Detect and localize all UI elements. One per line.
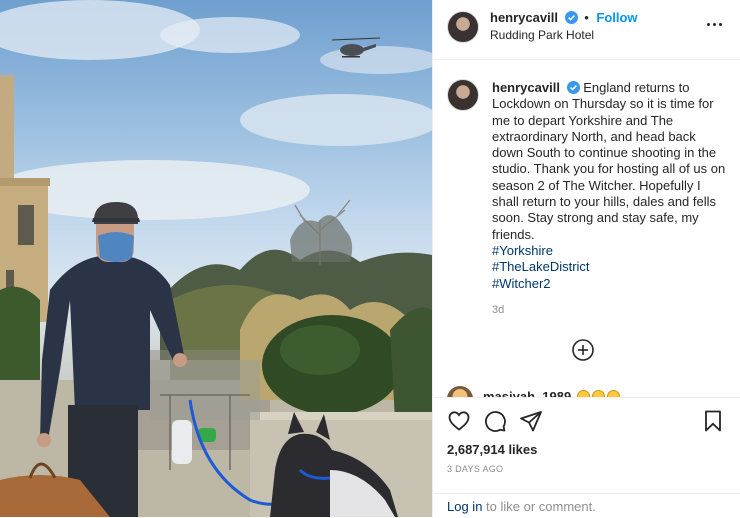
comments-area[interactable]: henrycavill England returns to Lockdown …: [433, 61, 740, 397]
instagram-post: henrycavill • Follow Rudding Park Hotel …: [0, 0, 740, 517]
author-line: henrycavill • Follow: [490, 10, 638, 25]
post-sidebar: henrycavill • Follow Rudding Park Hotel …: [432, 0, 740, 517]
emoji-icon: [591, 390, 605, 397]
caption: henrycavill England returns to Lockdown …: [492, 80, 728, 292]
more-options-icon[interactable]: [707, 22, 723, 28]
verified-badge-icon: [566, 81, 580, 94]
location-link[interactable]: Rudding Park Hotel: [490, 28, 594, 42]
hashtag-link[interactable]: #Yorkshire: [492, 243, 728, 259]
login-prompt-text: to like or comment.: [482, 499, 596, 514]
likes-count[interactable]: 2,687,914 likes: [447, 442, 537, 457]
post-header: henrycavill • Follow Rudding Park Hotel: [433, 0, 740, 60]
commenter-username[interactable]: masiyah_1989: [483, 389, 571, 397]
caption-username[interactable]: henrycavill: [492, 80, 560, 95]
follow-button[interactable]: Follow: [596, 10, 637, 25]
hashtag-link[interactable]: #Witcher2: [492, 276, 728, 292]
author-avatar[interactable]: [447, 11, 479, 43]
paper-plane-icon[interactable]: [519, 409, 543, 433]
post-photo[interactable]: [0, 0, 432, 517]
verified-badge-icon: [564, 11, 578, 24]
caption-text: England returns to Lockdown on Thursday …: [492, 80, 726, 242]
login-prompt: Log in to like or comment.: [433, 493, 740, 518]
caption-age[interactable]: 3d: [492, 304, 504, 316]
separator-dot: •: [584, 10, 589, 25]
post-date[interactable]: 3 DAYS AGO: [447, 464, 503, 474]
emoji-icon: [606, 390, 620, 397]
commenter-avatar[interactable]: [447, 386, 473, 397]
actions-bar: 2,687,914 likes 3 DAYS AGO Log in to lik…: [433, 397, 740, 517]
heart-icon[interactable]: [447, 409, 471, 433]
author-username[interactable]: henrycavill: [490, 10, 558, 25]
hashtag-link[interactable]: #TheLakeDistrict: [492, 259, 728, 275]
plus-circle-icon[interactable]: [571, 338, 595, 362]
emoji-icon: [576, 390, 590, 397]
caption-avatar[interactable]: [447, 79, 479, 111]
bookmark-icon[interactable]: [701, 409, 725, 433]
login-link[interactable]: Log in: [447, 499, 482, 514]
photo-scene: [0, 0, 432, 517]
comment-icon[interactable]: [483, 409, 507, 433]
